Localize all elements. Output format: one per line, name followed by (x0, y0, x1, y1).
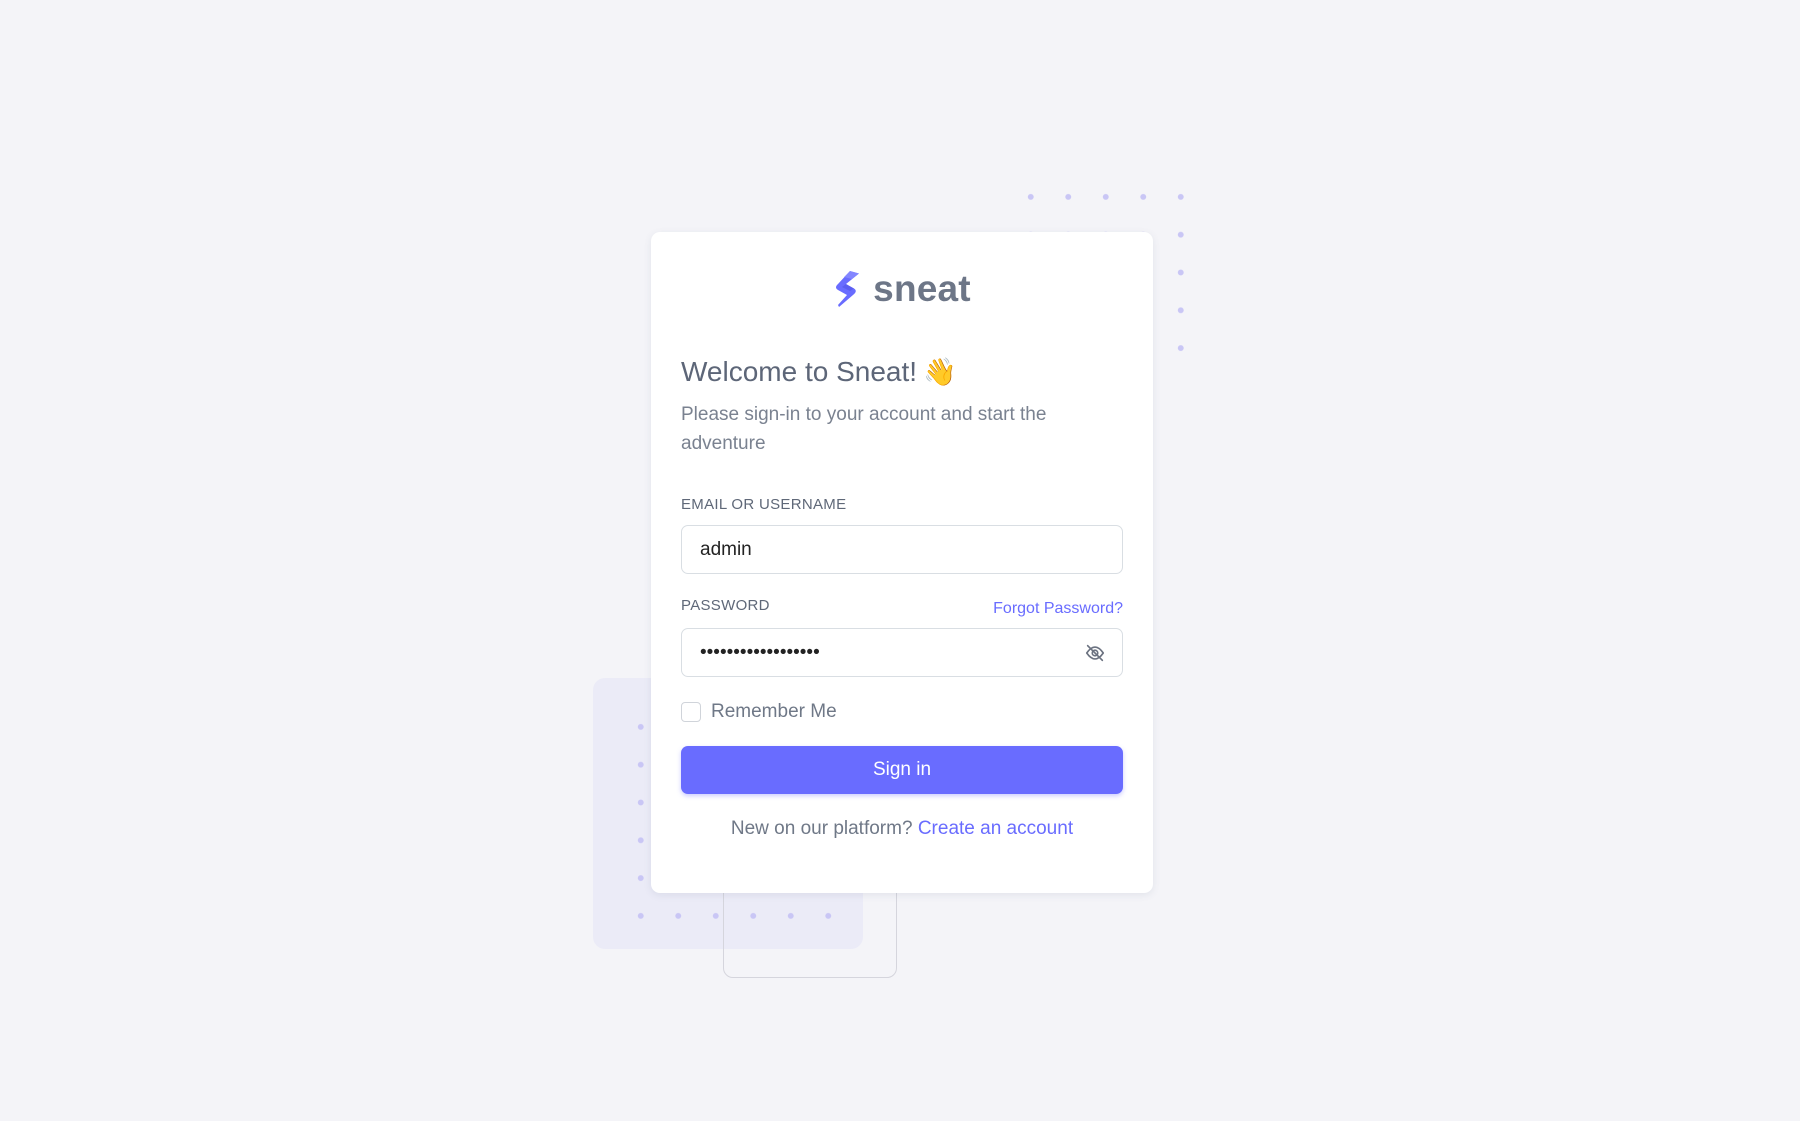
password-field-wrapper (681, 628, 1123, 677)
password-field[interactable] (682, 629, 1122, 676)
eye-off-icon[interactable] (1084, 642, 1106, 664)
sign-in-button[interactable]: Sign in (681, 746, 1123, 794)
email-label: EMAIL OR USERNAME (681, 496, 847, 513)
brand-name: sneat (873, 268, 971, 309)
remember-me-label: Remember Me (711, 701, 837, 722)
sneat-logo-icon (833, 270, 861, 308)
welcome-title: Welcome to Sneat! (681, 356, 918, 387)
signup-prompt: New on our platform? Create an account (651, 818, 1153, 840)
login-card: sneat Welcome to Sneat! 👋 Please sign-in… (651, 232, 1153, 893)
email-field-wrapper (681, 525, 1123, 574)
signup-prompt-text: New on our platform? (730, 818, 913, 839)
create-account-link[interactable]: Create an account (918, 818, 1073, 839)
password-label: PASSWORD (681, 597, 770, 614)
remember-me-checkbox[interactable] (681, 702, 701, 722)
forgot-password-link[interactable]: Forgot Password? (993, 600, 1123, 618)
waving-hand-icon: 👋 (923, 356, 957, 387)
remember-me[interactable]: Remember Me (681, 701, 837, 723)
email-field[interactable] (682, 526, 1122, 573)
welcome-heading: Welcome to Sneat! 👋 (681, 356, 957, 388)
brand: sneat (651, 268, 1153, 310)
welcome-subtitle: Please sign-in to your account and start… (681, 404, 1047, 454)
